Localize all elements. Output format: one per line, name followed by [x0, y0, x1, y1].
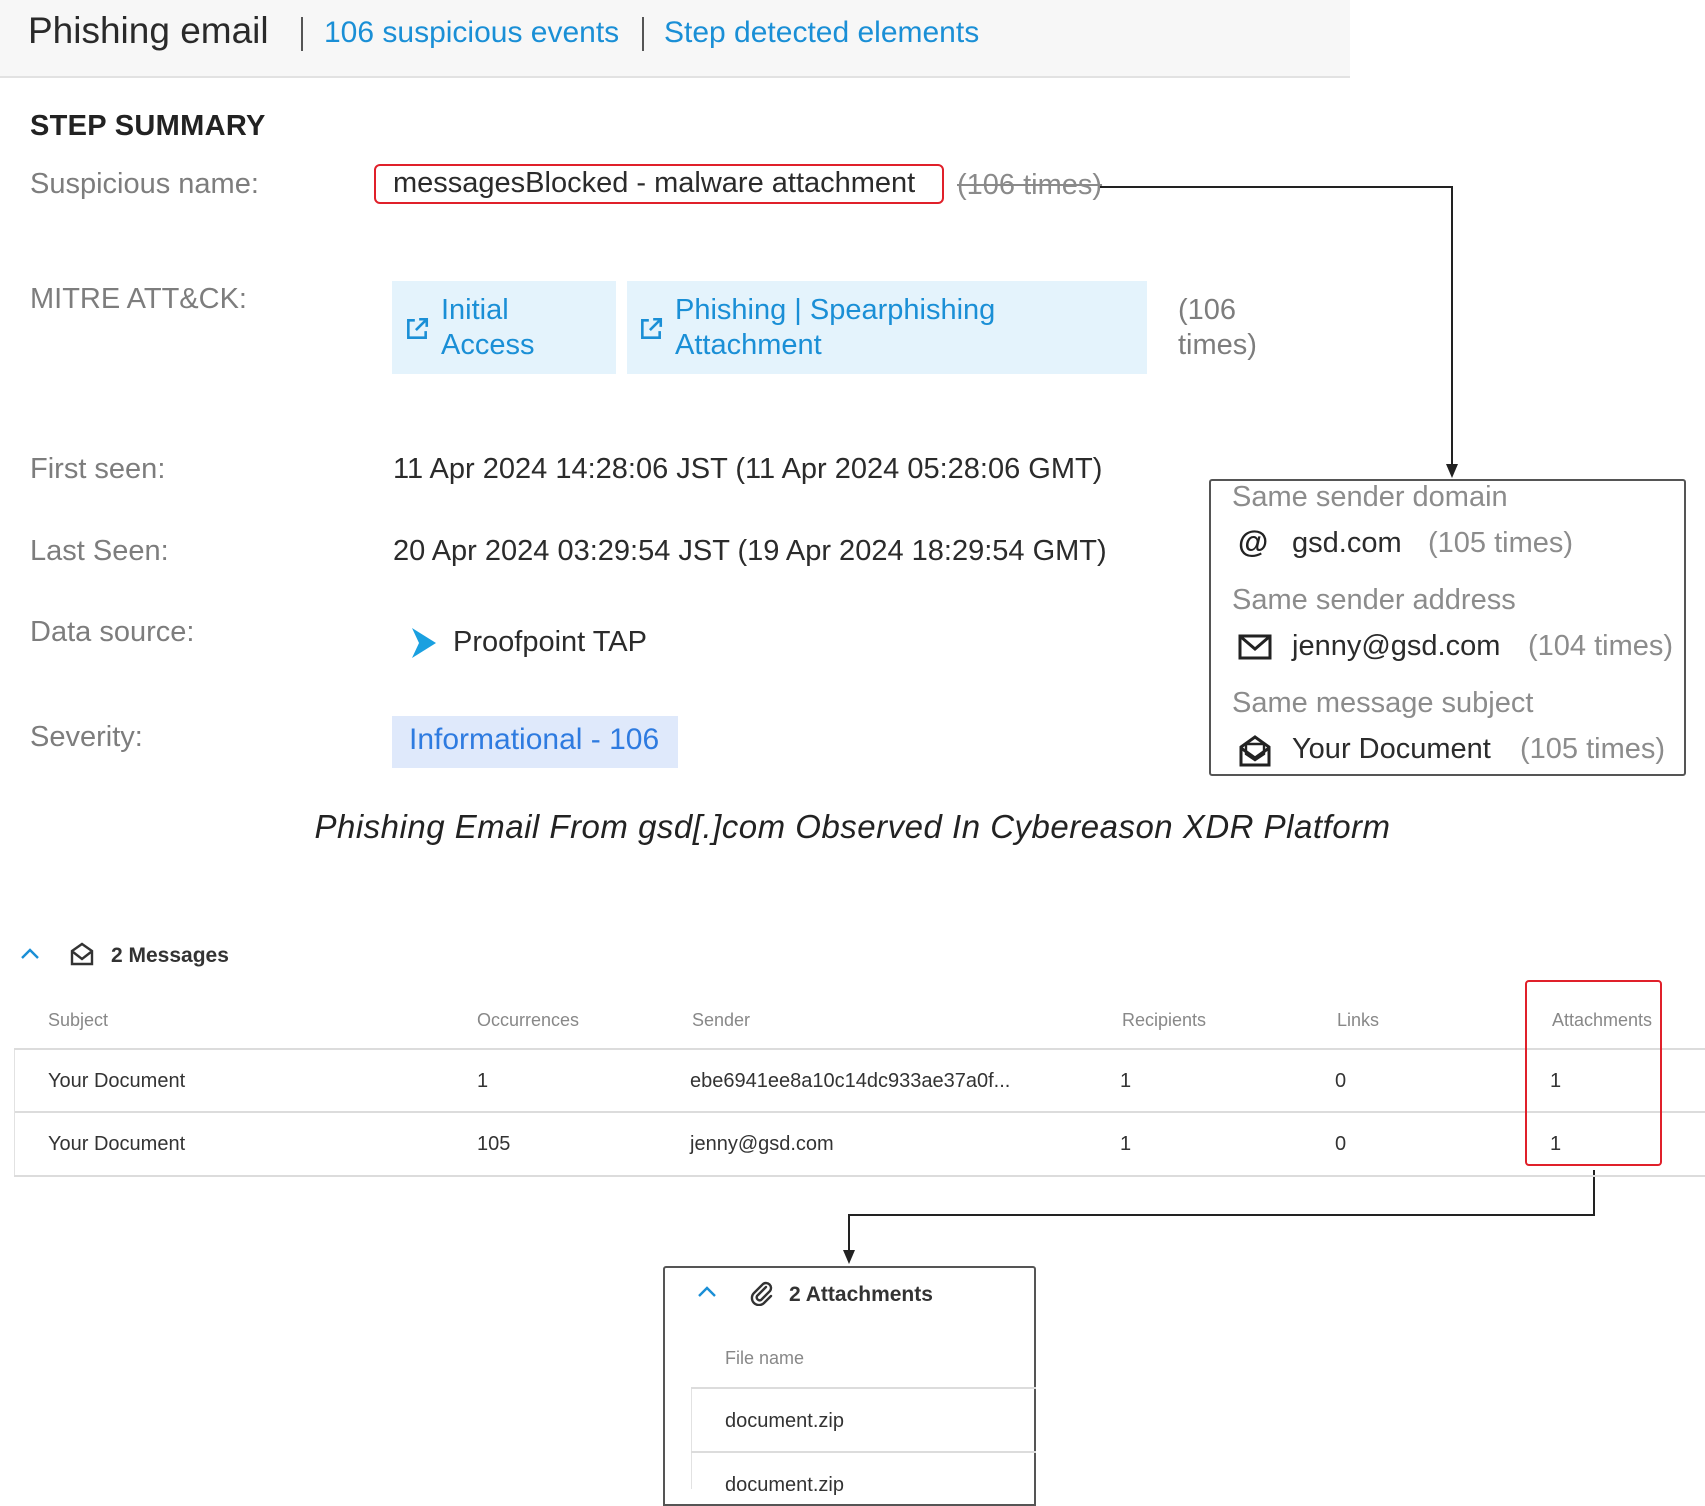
table-cell-recipients: 1	[1120, 1070, 1132, 1092]
table-cell-links: 0	[1335, 1133, 1347, 1155]
column-header-occurrences[interactable]: Occurrences	[477, 1010, 579, 1031]
severity-value: Informational - 106	[409, 723, 660, 756]
severity-label: Severity:	[30, 721, 143, 753]
table-header-divider	[14, 1048, 1705, 1050]
same-sender-address-heading: Same sender address	[1232, 584, 1516, 616]
suspicious-name-label: Suspicious name:	[30, 168, 259, 200]
column-header-links[interactable]: Links	[1337, 1010, 1379, 1031]
step-detected-elements-link[interactable]: Step detected elements	[664, 16, 979, 50]
first-seen-value: 11 Apr 2024 14:28:06 JST (11 Apr 2024 05…	[393, 453, 1103, 485]
external-link-icon	[407, 317, 429, 339]
last-seen-label: Last Seen:	[30, 535, 169, 567]
table-border-left	[691, 1389, 692, 1489]
table-cell-recipients: 1	[1120, 1133, 1132, 1155]
suspicious-name-times: (106 times)	[957, 169, 1103, 201]
sender-domain-times: (105 times)	[1428, 527, 1574, 559]
step-summary-title: STEP SUMMARY	[30, 110, 266, 142]
file-name-cell: document.zip	[725, 1474, 844, 1496]
file-name-cell: document.zip	[725, 1410, 844, 1432]
suspicious-name-value: messagesBlocked - malware attachment	[393, 167, 916, 199]
table-cell-subject: Your Document	[48, 1070, 186, 1092]
attachments-title: 2 Attachments	[789, 1283, 933, 1306]
sender-address-times: (104 times)	[1528, 630, 1674, 662]
row-divider	[691, 1451, 1036, 1453]
chevron-up-icon[interactable]	[19, 945, 41, 961]
table-cell-links: 0	[1335, 1070, 1347, 1092]
row-divider	[14, 1175, 1705, 1177]
envelope-icon	[1238, 634, 1272, 660]
open-envelope-icon	[1239, 735, 1271, 767]
header-divider	[642, 17, 644, 51]
mitre-tactic-line1[interactable]: Initial	[441, 293, 509, 328]
message-subject-times: (105 times)	[1520, 733, 1666, 765]
table-cell-subject: Your Document	[48, 1133, 186, 1155]
mitre-times-line1: (106	[1178, 294, 1237, 326]
messages-title: 2 Messages	[111, 944, 229, 967]
mitre-technique-line1[interactable]: Phishing | Spearphishing	[675, 293, 995, 328]
mitre-times-line2: times)	[1178, 329, 1257, 361]
table-cell-sender: ebe6941ee8a10c14dc933ae37a0f...	[690, 1070, 1011, 1092]
sender-address-value[interactable]: jenny@gsd.com	[1292, 630, 1500, 663]
external-link-icon	[641, 317, 663, 339]
paperclip-icon	[750, 1281, 773, 1306]
column-header-sender[interactable]: Sender	[692, 1010, 750, 1031]
suspicious-events-link[interactable]: 106 suspicious events	[324, 16, 619, 50]
mitre-tactic-line2[interactable]: Access	[441, 328, 534, 363]
column-header-recipients[interactable]: Recipients	[1122, 1010, 1206, 1031]
column-header-subject[interactable]: Subject	[48, 1010, 108, 1031]
first-seen-label: First seen:	[30, 453, 166, 485]
row-divider	[14, 1111, 1705, 1113]
open-envelope-icon	[70, 942, 94, 966]
proofpoint-logo-icon	[412, 628, 436, 658]
data-source-value: Proofpoint TAP	[453, 626, 647, 658]
message-subject-value[interactable]: Your Document	[1292, 733, 1491, 766]
table-cell-occurrences: 105	[477, 1133, 511, 1155]
table-cell-sender: jenny@gsd.com	[690, 1133, 834, 1155]
table-header-divider	[691, 1387, 1036, 1389]
same-message-subject-heading: Same message subject	[1232, 687, 1534, 719]
header-divider	[301, 17, 303, 51]
data-source-label: Data source:	[30, 616, 195, 648]
table-cell-occurrences: 1	[477, 1070, 489, 1092]
mitre-technique-line2[interactable]: Attachment	[675, 328, 822, 363]
at-sign-icon: @	[1238, 524, 1269, 559]
last-seen-value: 20 Apr 2024 03:29:54 JST (19 Apr 2024 18…	[393, 535, 1107, 567]
figure-caption: Phishing Email From gsd[.]com Observed I…	[314, 808, 1391, 845]
column-header-file-name[interactable]: File name	[725, 1348, 804, 1369]
table-border-left	[14, 1050, 15, 1175]
related-elements-popup	[1209, 479, 1686, 776]
sender-domain-value[interactable]: gsd.com	[1292, 527, 1402, 560]
page-title: Phishing email	[28, 10, 269, 51]
mitre-label: MITRE ATT&CK:	[30, 283, 247, 315]
chevron-up-icon[interactable]	[696, 1283, 718, 1299]
attachments-column-highlight	[1525, 980, 1662, 1166]
same-sender-domain-heading: Same sender domain	[1232, 481, 1508, 513]
